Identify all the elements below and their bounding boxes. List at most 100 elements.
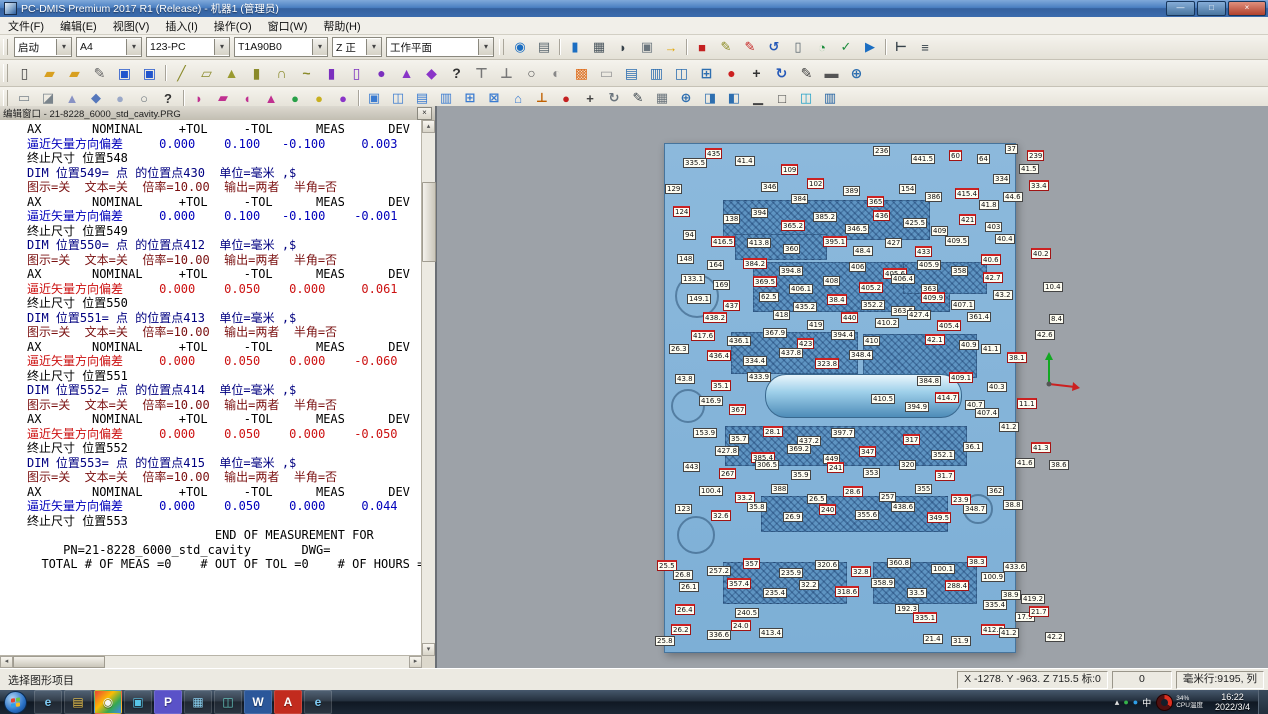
menu-item-7[interactable]: 帮助(H) xyxy=(315,17,368,35)
cad-label[interactable]: 31.9 xyxy=(951,636,971,646)
edit-window-titlebar[interactable]: 编辑窗口 - 21-8228_6000_std_cavity.PRG × xyxy=(0,106,435,121)
cad-label[interactable]: 347 xyxy=(859,446,876,457)
cad-label[interactable]: 28.6 xyxy=(843,486,863,497)
cad-label[interactable]: 102 xyxy=(807,178,824,189)
chevron-down-icon[interactable]: ▾ xyxy=(214,39,229,55)
chevron-down-icon[interactable]: ▾ xyxy=(478,39,493,55)
cad-label[interactable]: 334.4 xyxy=(743,356,767,366)
cad-label[interactable]: 416.9 xyxy=(699,396,723,406)
cad-label[interactable]: 414.7 xyxy=(935,392,959,403)
cad-label[interactable]: 409.1 xyxy=(949,372,973,383)
feature-cone-icon[interactable]: ▲ xyxy=(220,62,243,85)
app-teal-icon[interactable]: ◫ xyxy=(214,690,242,714)
cad-label[interactable]: 35.9 xyxy=(791,470,811,480)
cad-label[interactable]: 427.4 xyxy=(907,310,931,320)
cad-label[interactable]: 437.8 xyxy=(779,348,803,358)
cad-label[interactable]: 25.8 xyxy=(655,636,675,646)
cad-label[interactable]: 441.5 xyxy=(911,154,935,164)
cad-label[interactable]: 8.4 xyxy=(1049,314,1064,324)
cad-label[interactable]: 369.5 xyxy=(753,276,777,287)
taskbar-clock[interactable]: 16:22 2022/3/4 xyxy=(1207,692,1258,712)
cad-label[interactable]: 389 xyxy=(843,186,860,196)
view-layout-2-icon[interactable]: ▥ xyxy=(645,62,668,85)
toolbar-combo-3[interactable]: 123-PC▾ xyxy=(146,37,230,57)
report-list-icon[interactable]: ≡ xyxy=(914,36,936,58)
menu-item-4[interactable]: 插入(I) xyxy=(157,17,205,35)
cad-label[interactable]: 32.2 xyxy=(799,580,819,590)
cad-label[interactable]: 413.4 xyxy=(759,628,783,638)
cad-label[interactable]: 35.1 xyxy=(711,380,731,391)
cad-label[interactable]: 21.4 xyxy=(923,634,943,644)
cad-label[interactable]: 421 xyxy=(959,214,976,225)
cad-label[interactable]: 416.5 xyxy=(711,236,735,247)
cad-label[interactable]: 169 xyxy=(713,280,730,290)
cad-label[interactable]: 435.2 xyxy=(793,302,817,312)
cad-label[interactable]: 124 xyxy=(673,206,690,217)
cad-label[interactable]: 437 xyxy=(723,300,740,311)
cpu-gauge-icon[interactable] xyxy=(1156,694,1173,711)
cad-label[interactable]: 41.6 xyxy=(1015,458,1035,468)
cad-label[interactable]: 306.5 xyxy=(755,460,779,470)
feature-plane-icon[interactable]: ▱ xyxy=(195,62,218,85)
red-sphere-icon[interactable]: ● xyxy=(720,62,743,85)
cad-label[interactable]: 365.2 xyxy=(781,220,805,231)
cad-label[interactable]: 64 xyxy=(977,154,990,164)
cad-label[interactable]: 43.8 xyxy=(675,374,695,384)
marker-red-icon[interactable]: ✎ xyxy=(739,36,761,58)
cad-label[interactable]: 35.8 xyxy=(747,502,767,512)
cad-label[interactable]: 388 xyxy=(771,484,788,494)
cad-label[interactable]: 440 xyxy=(841,312,858,323)
cad-label[interactable]: 41.3 xyxy=(1031,442,1051,453)
cad-label[interactable]: 410.5 xyxy=(871,394,895,404)
cad-label[interactable]: 31.7 xyxy=(935,470,955,481)
cad-label[interactable]: 26.2 xyxy=(671,624,691,635)
cad-label[interactable]: 405.4 xyxy=(937,320,961,331)
cad-label[interactable]: 26.1 xyxy=(679,582,699,592)
cad-label[interactable]: 394 xyxy=(751,208,768,218)
cad-label[interactable]: 406.1 xyxy=(789,284,813,294)
cad-label[interactable]: 129 xyxy=(665,184,682,194)
word-icon[interactable]: W xyxy=(244,690,272,714)
cad-label[interactable]: 355.6 xyxy=(855,510,879,520)
cad-label[interactable]: 257 xyxy=(879,492,896,502)
circle-feature-icon[interactable]: ○ xyxy=(520,62,543,85)
file-explorer-icon[interactable]: ▤ xyxy=(64,690,92,714)
cad-label[interactable]: 100.9 xyxy=(981,572,1005,582)
minimize-button[interactable]: — xyxy=(1166,1,1195,16)
cad-label[interactable]: 44.6 xyxy=(1003,192,1023,202)
cad-label[interactable]: 241 xyxy=(827,462,844,473)
feature-arc-icon[interactable]: ∩ xyxy=(270,62,293,85)
cad-label[interactable]: 100.1 xyxy=(931,564,955,574)
open-recent-icon[interactable]: ▰ xyxy=(63,62,86,85)
cad-label[interactable]: 407.4 xyxy=(975,408,999,418)
app-blue-icon[interactable]: ▦ xyxy=(184,690,212,714)
cad-label[interactable]: 410 xyxy=(863,336,880,346)
cad-label[interactable]: 138 xyxy=(723,214,740,224)
cad-label[interactable]: 123 xyxy=(675,504,692,514)
view-window-icon[interactable]: ▤ xyxy=(533,36,555,58)
pdf-reader-icon[interactable]: A xyxy=(274,690,302,714)
check-icon[interactable]: ✓ xyxy=(835,36,857,58)
refresh-icon[interactable]: ↺ xyxy=(763,36,785,58)
cad-label[interactable]: 41.2 xyxy=(999,628,1019,638)
cad-label[interactable]: 369.2 xyxy=(787,444,811,454)
device-icon[interactable]: ▬ xyxy=(820,62,843,85)
wps-icon[interactable]: P xyxy=(154,690,182,714)
start-button[interactable] xyxy=(4,691,27,714)
view-layout-1-icon[interactable]: ▤ xyxy=(620,62,643,85)
cad-label[interactable]: 43.2 xyxy=(993,290,1013,300)
caliper-icon[interactable]: ⊢ xyxy=(890,36,912,58)
cad-label[interactable]: 352.2 xyxy=(861,300,885,310)
cad-label[interactable]: 236 xyxy=(873,146,890,156)
cad-label[interactable]: 38.8 xyxy=(1003,500,1023,510)
cad-label[interactable]: 42.7 xyxy=(983,272,1003,283)
scroll-right-icon[interactable]: ▸ xyxy=(409,656,422,668)
close-button[interactable]: × xyxy=(1228,1,1266,16)
cad-label[interactable]: 360 xyxy=(783,244,800,254)
cad-label[interactable]: 405.2 xyxy=(859,282,883,293)
scroll-up-icon[interactable]: ▴ xyxy=(422,120,435,133)
scroll-down-icon[interactable]: ▾ xyxy=(422,643,435,656)
cad-label[interactable]: 348.4 xyxy=(849,350,873,360)
cad-label[interactable]: 336.6 xyxy=(707,630,731,640)
cad-label[interactable]: 409.9 xyxy=(921,292,945,303)
